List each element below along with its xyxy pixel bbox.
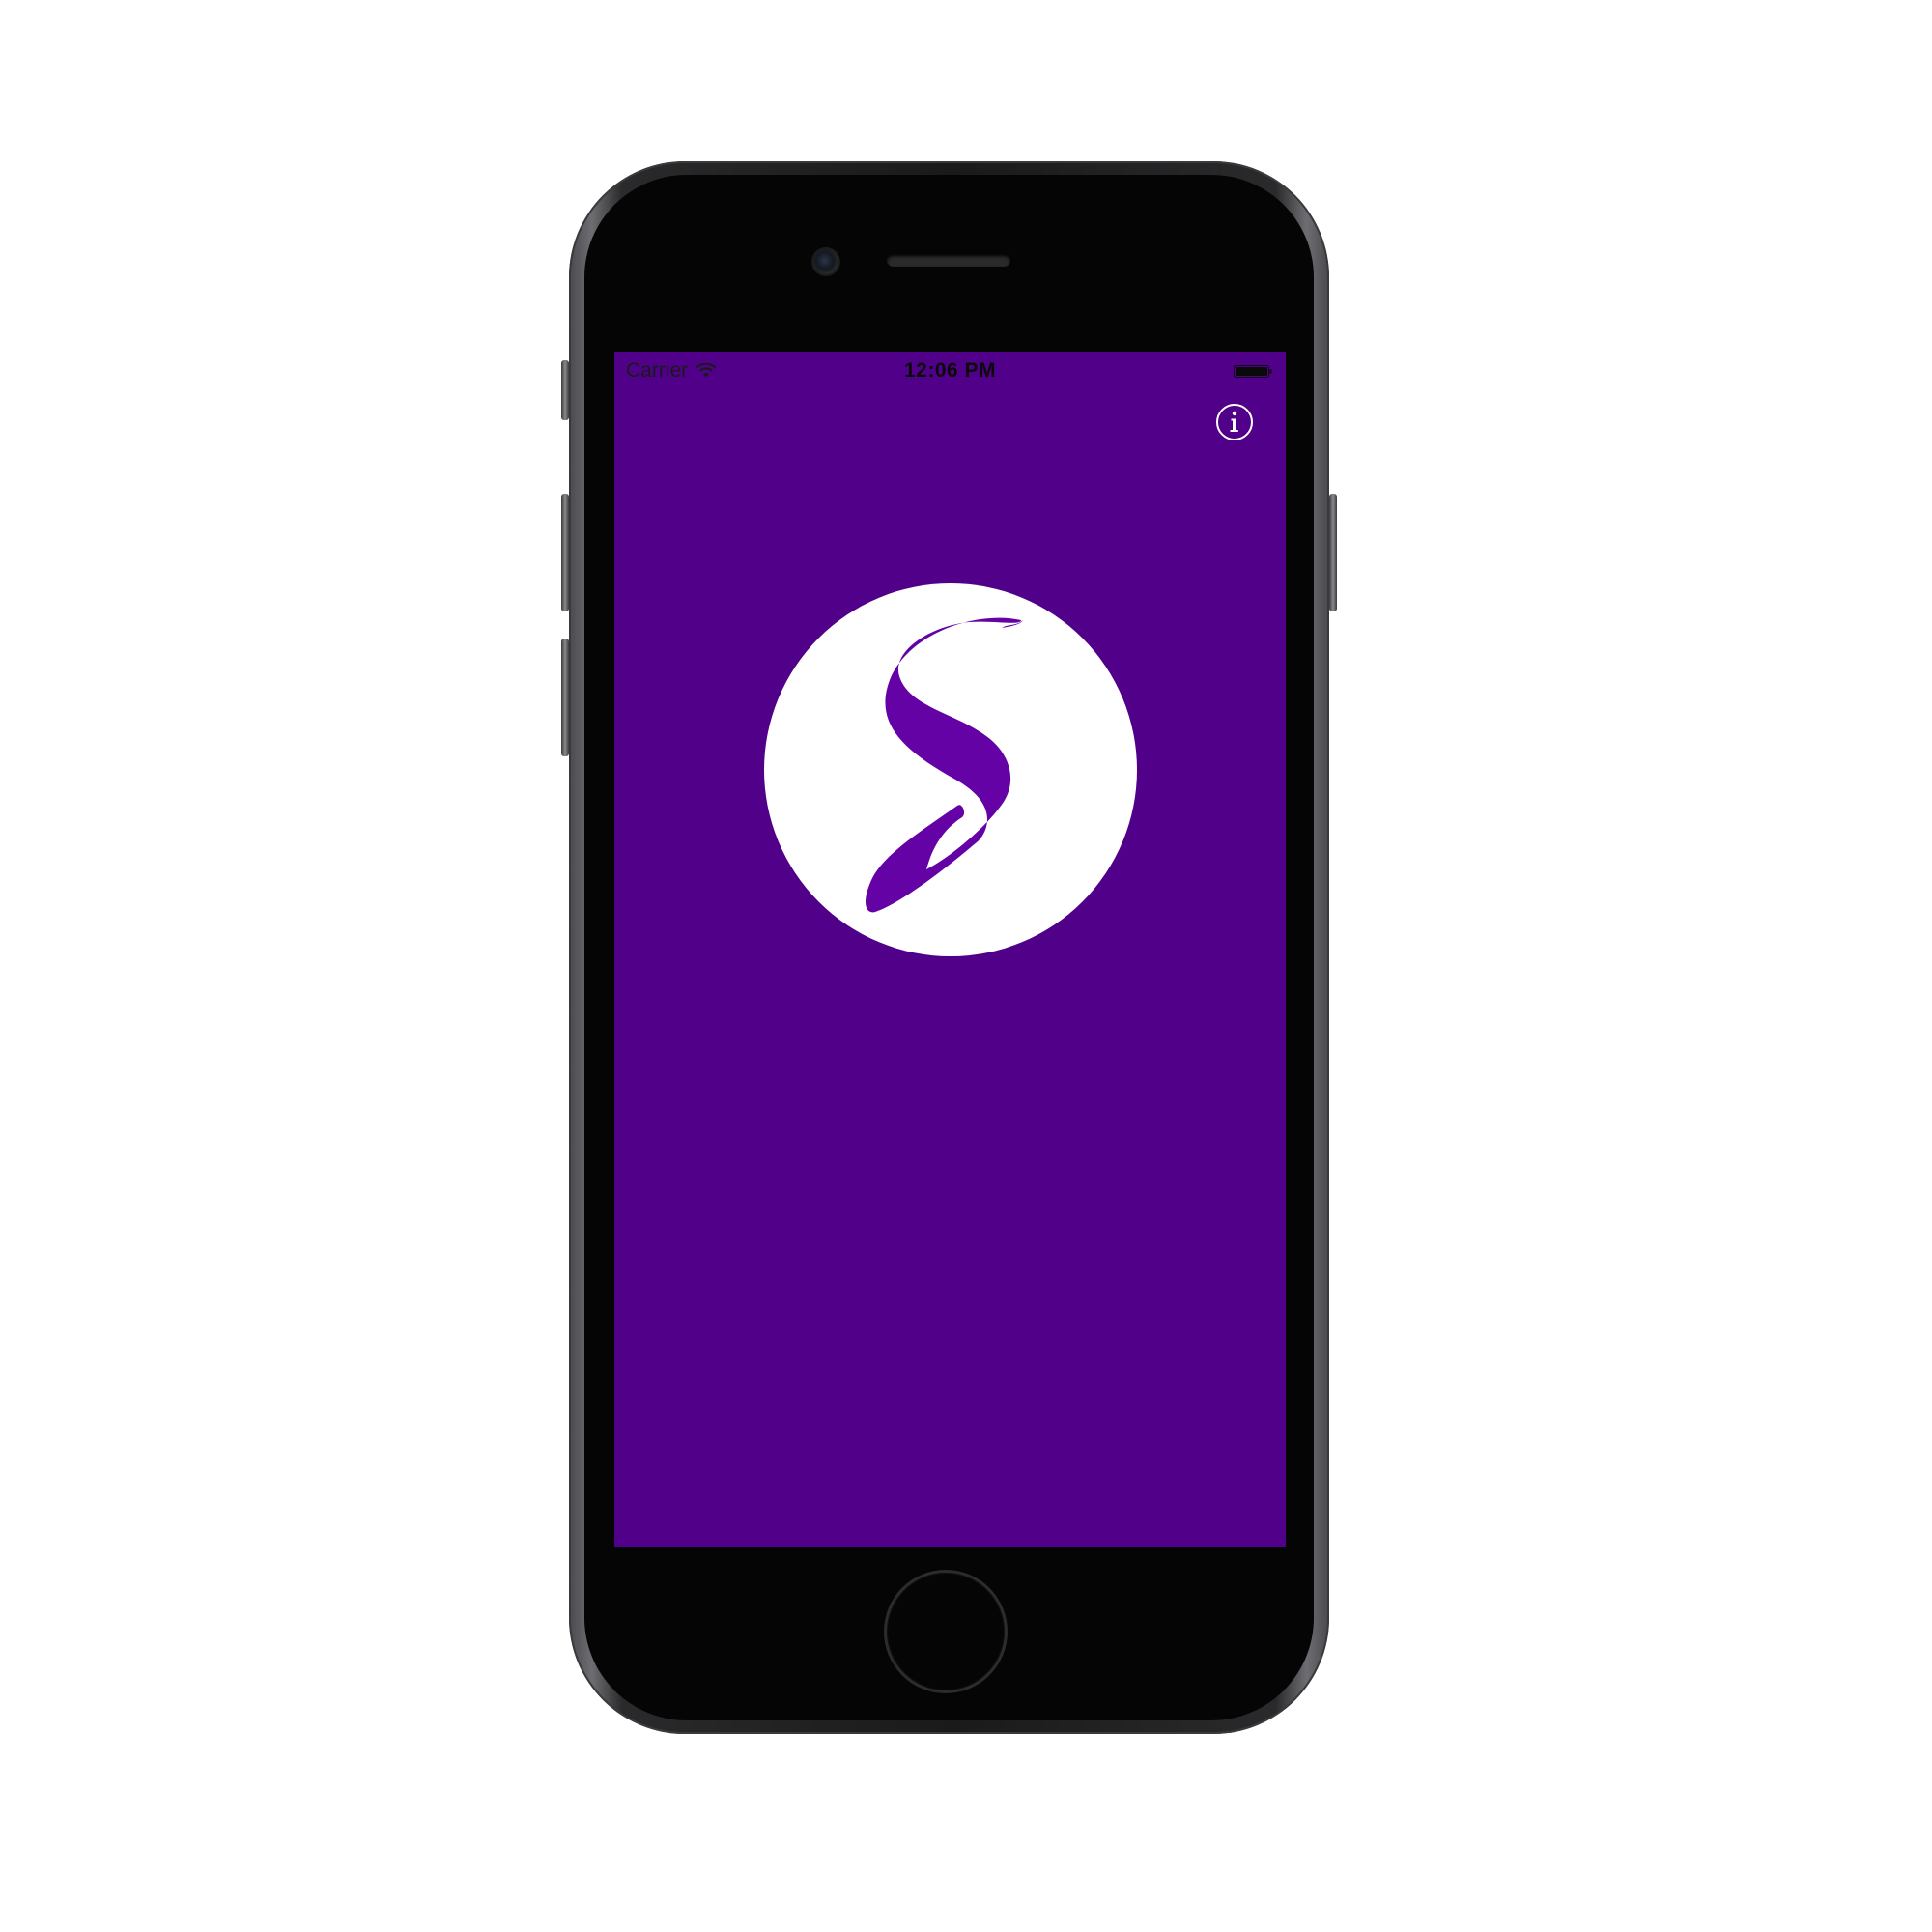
battery-icon [1234, 365, 1272, 378]
earpiece-speaker [887, 254, 1010, 267]
app-screen: Carrier 12:06 PM [614, 352, 1286, 1547]
info-icon[interactable] [1215, 403, 1254, 441]
power-button [1329, 494, 1337, 611]
s-logo-icon [764, 583, 1137, 956]
status-bar: Carrier 12:06 PM [614, 352, 1286, 390]
volume-up-button [561, 494, 569, 611]
front-camera [813, 249, 838, 274]
volume-down-button [561, 639, 569, 756]
mute-switch [561, 360, 569, 420]
home-button[interactable] [887, 1573, 1005, 1690]
stage: Carrier 12:06 PM [0, 0, 1932, 1932]
status-time: 12:06 PM [903, 359, 997, 382]
